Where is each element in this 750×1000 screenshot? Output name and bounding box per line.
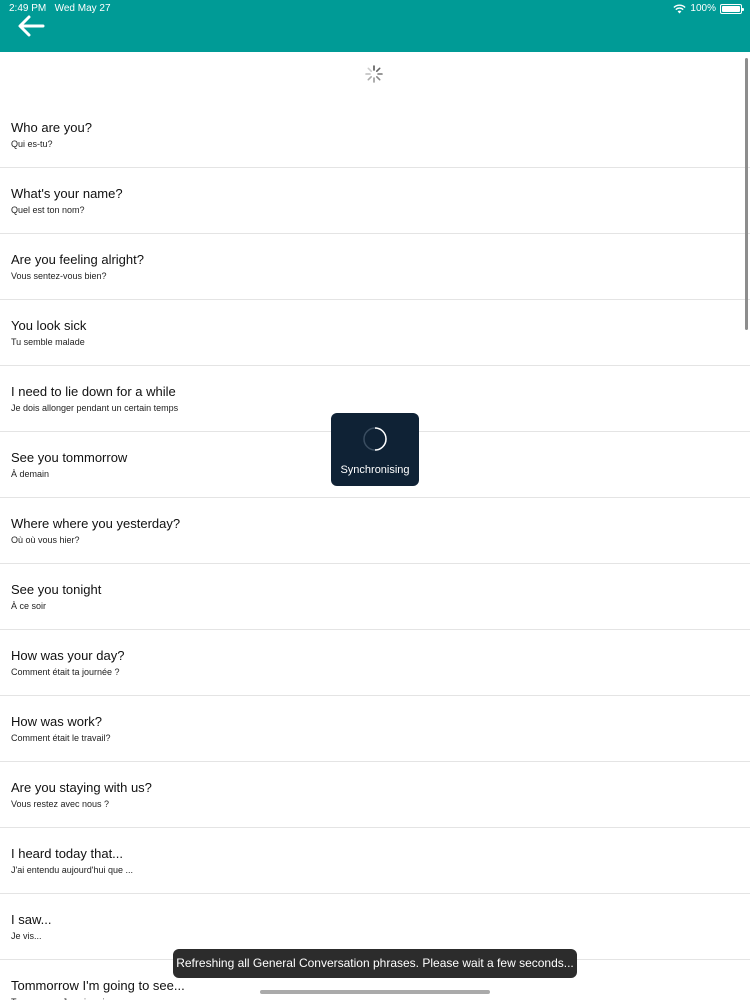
list-item[interactable]: How was your day? Comment était ta journé…	[0, 630, 750, 696]
sync-label: Synchronising	[340, 464, 410, 476]
phrase-french: Tommorrow, Je vais voir...	[11, 996, 750, 1000]
scrollbar[interactable]	[745, 58, 748, 330]
list-item[interactable]: How was work? Comment était le travail?	[0, 696, 750, 762]
phrase-english: Who are you?	[11, 120, 92, 135]
refresh-spinner-icon	[365, 65, 383, 83]
battery-percent: 100%	[690, 3, 716, 14]
back-button[interactable]	[16, 14, 46, 38]
sync-overlay: Synchronising	[331, 413, 419, 486]
home-indicator[interactable]	[260, 990, 490, 994]
phrase-english: See you tonight	[11, 582, 102, 597]
list-item[interactable]: You look sick Tu semble malade	[0, 300, 750, 366]
list-item[interactable]: I heard today that... J'ai entendu aujour…	[0, 828, 750, 894]
toast-message: Refreshing all General Conversation phra…	[173, 949, 577, 978]
phrase-french: Vous sentez-vous bien?	[11, 271, 107, 281]
phrase-french: Quel est ton nom?	[11, 205, 85, 215]
phrase-english: Are you staying with us?	[11, 780, 152, 795]
list-item[interactable]: Where where you yesterday? Où où vous hie…	[0, 498, 750, 564]
phrase-french: Comment était le travail?	[11, 733, 111, 743]
phrase-english: You look sick	[11, 318, 87, 333]
status-indicators: 100%	[673, 3, 744, 14]
list-item[interactable]: Are you staying with us? Vous restez avec…	[0, 762, 750, 828]
phrase-list: Who are you? Qui es-tu? What's your name? Q…	[0, 102, 750, 1000]
phrase-french: Qui es-tu?	[11, 139, 53, 149]
list-item[interactable]: See you tonight À ce soir	[0, 564, 750, 630]
phrase-french: Comment était ta journée ?	[11, 667, 120, 677]
phrase-english: Where where you yesterday?	[11, 516, 181, 531]
phrase-english: What's your name?	[11, 186, 123, 201]
phrase-english: I need to lie down for a while	[11, 384, 176, 399]
phrase-french: Où où vous hier?	[11, 535, 80, 545]
list-item[interactable]: Are you feeling alright? Vous sentez-vous…	[0, 234, 750, 300]
arrow-left-icon	[18, 15, 45, 37]
battery-icon	[720, 3, 744, 14]
app-header: 2:49 PM Wed May 27 100%	[0, 0, 750, 52]
list-item[interactable]: What's your name? Quel est ton nom?	[0, 168, 750, 234]
phrase-french: Tu semble malade	[11, 337, 85, 347]
phrase-english: How was your day?	[11, 648, 125, 663]
phrase-english: How was work?	[11, 714, 103, 729]
phrase-english: I saw...	[11, 912, 52, 927]
status-date: Wed May 27	[54, 3, 111, 14]
phrase-french: Je vis...	[11, 931, 42, 941]
phrase-english: Are you feeling alright?	[11, 252, 144, 267]
status-time: 2:49 PM Wed May 27	[9, 3, 111, 14]
phrase-french: J'ai entendu aujourd'hui que ...	[11, 865, 134, 875]
status-clock: 2:49 PM	[9, 3, 47, 14]
phrase-english: I heard today that...	[11, 846, 124, 861]
sync-spinner-icon	[363, 427, 387, 451]
phrase-french: Vous restez avec nous ?	[11, 799, 110, 809]
battery-level	[722, 5, 740, 12]
list-item[interactable]: Who are you? Qui es-tu?	[0, 102, 750, 168]
wifi-icon	[673, 4, 687, 13]
phrase-french: À ce soir	[11, 601, 47, 611]
